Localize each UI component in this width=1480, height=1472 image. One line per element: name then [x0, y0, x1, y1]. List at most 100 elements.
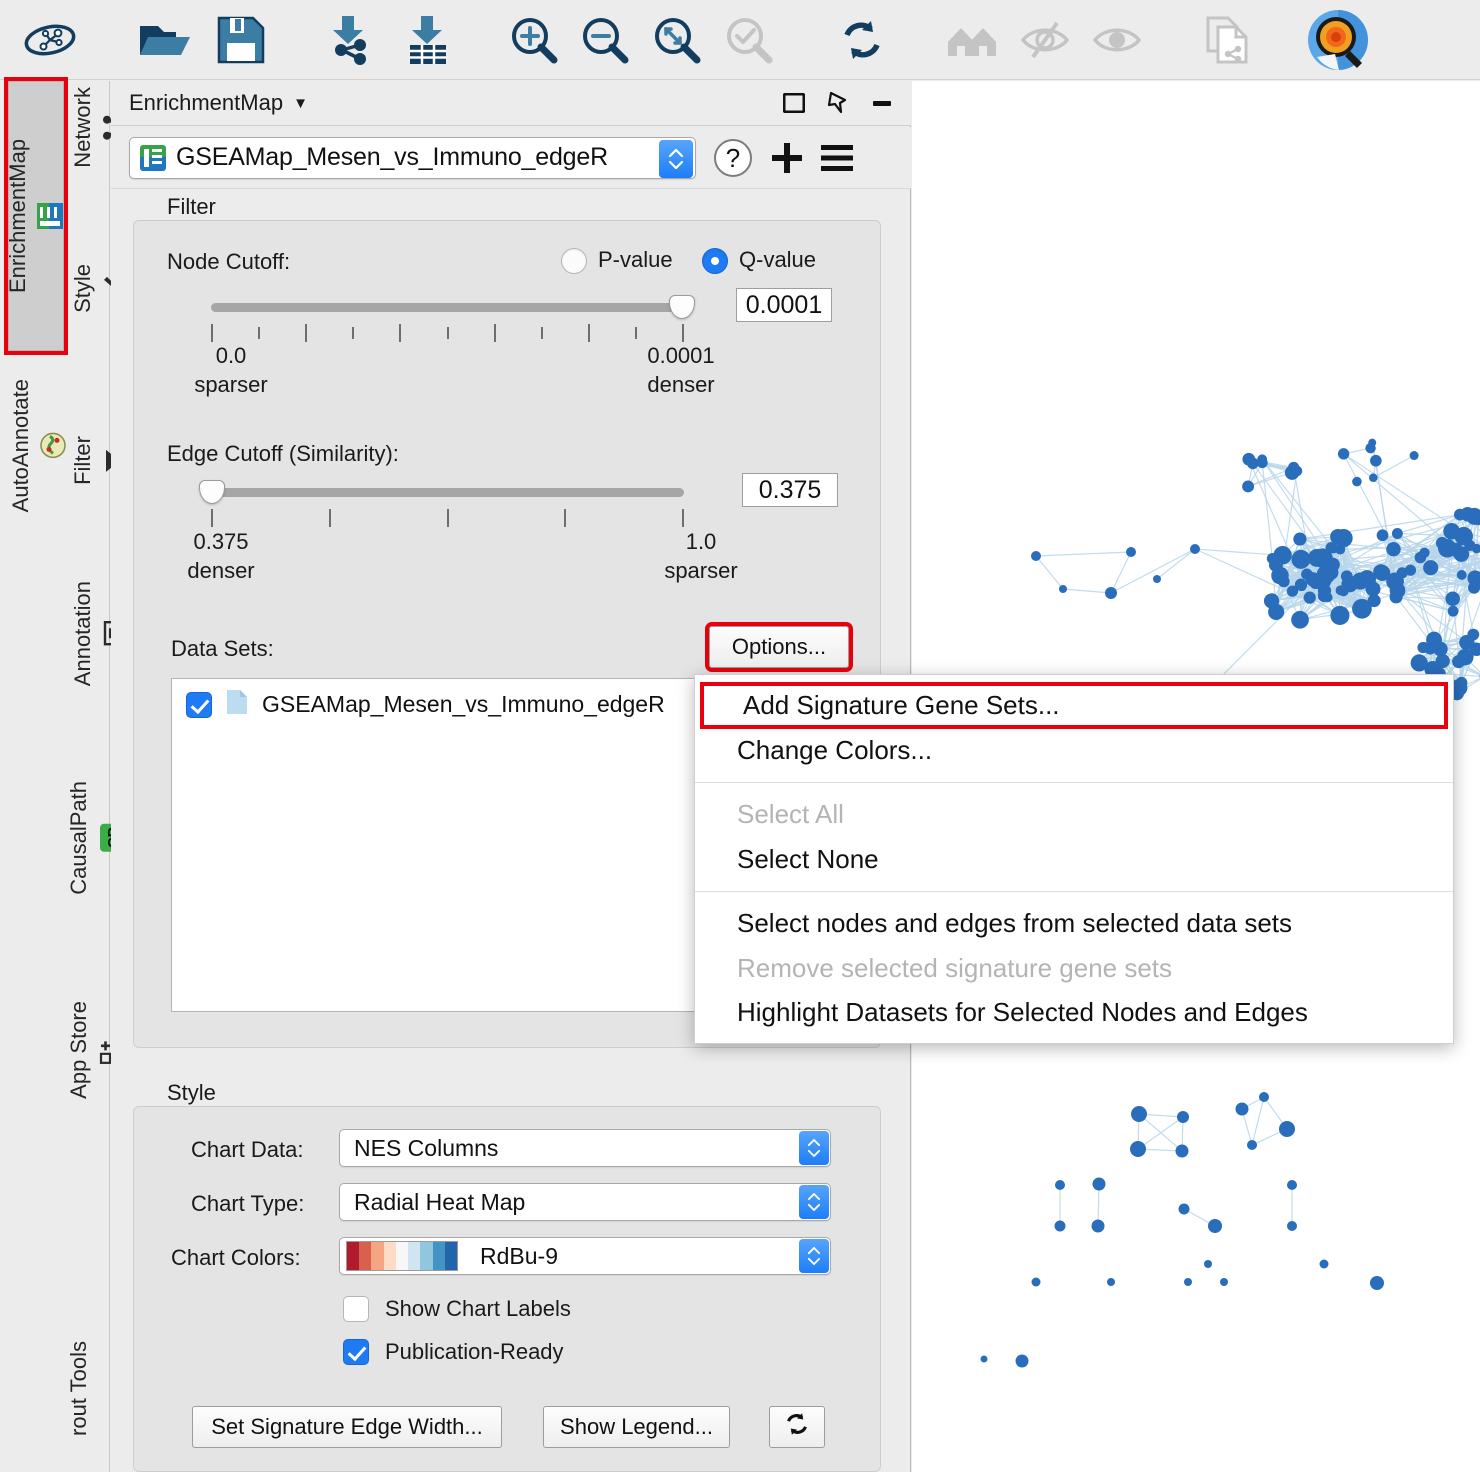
node-cutoff-slider-track[interactable] — [211, 303, 684, 312]
slider-tick — [446, 509, 449, 527]
chart-data-value: NES Columns — [354, 1134, 499, 1161]
style-refresh-button[interactable] — [769, 1406, 825, 1448]
sidebar-item-autoannotate[interactable]: AutoAnnotate — [8, 379, 70, 512]
menu-separator — [695, 781, 1453, 783]
palette-stop-5 — [408, 1242, 421, 1270]
palette-stop-4 — [395, 1242, 409, 1270]
style-section-label: Style — [167, 1080, 216, 1105]
show-legend-button[interactable]: Show Legend... — [543, 1406, 730, 1448]
float-window-icon[interactable] — [783, 93, 805, 113]
zoom-fit-icon[interactable] — [645, 8, 709, 72]
show-chart-labels-row[interactable]: Show Chart Labels — [343, 1296, 571, 1322]
slider-tick — [634, 327, 637, 339]
chart-data-label: Chart Data: — [191, 1137, 304, 1162]
refresh-icon — [784, 1411, 810, 1443]
set-signature-edge-width-button[interactable]: Set Signature Edge Width... — [192, 1406, 502, 1448]
chart-colors-select[interactable]: RdBu-9 — [339, 1237, 831, 1275]
sidebar-item-layouttools[interactable]: rout Tools — [66, 1341, 92, 1436]
edge-cutoff-label: Edge Cutoff (Similarity): — [167, 441, 399, 466]
sidebar-item-label: Filter — [70, 436, 95, 485]
slider-tick — [682, 509, 684, 527]
zoom-out-icon[interactable] — [573, 8, 637, 72]
menu-item: Select All — [737, 798, 844, 829]
slider-tick — [211, 509, 213, 527]
slider-tick — [446, 327, 449, 339]
palette-stop-8 — [444, 1242, 457, 1270]
show-chart-labels-checkbox[interactable] — [343, 1296, 369, 1322]
copy-network-icon — [1197, 8, 1261, 72]
chevron-updown-icon[interactable] — [799, 1185, 829, 1219]
open-folder-icon[interactable] — [132, 8, 196, 72]
menu-item[interactable]: Add Signature Gene Sets... — [700, 682, 1448, 729]
network-analyzer-icon[interactable] — [18, 8, 82, 72]
menu-item[interactable]: Highlight Datasets for Selected Nodes an… — [695, 990, 1453, 1035]
chart-colors-label: Chart Colors: — [171, 1245, 301, 1270]
palette-stop-3 — [383, 1242, 396, 1270]
chart-type-select[interactable]: Radial Heat Map — [339, 1183, 831, 1221]
em-badge-icon — [36, 202, 70, 230]
qvalue-radio[interactable] — [702, 248, 728, 274]
refresh-icon[interactable] — [830, 8, 894, 72]
slider-tick — [682, 324, 684, 342]
sidebar-item-label: App Store — [66, 1001, 91, 1099]
help-button[interactable]: ? — [712, 137, 754, 179]
sidebar-item-label: AutoAnnotate — [8, 379, 33, 513]
slider-tick — [352, 327, 355, 339]
menu-item[interactable]: Change Colors... — [695, 728, 1453, 773]
color-palette-swatch — [346, 1241, 458, 1271]
chevron-down-icon[interactable]: ▼ — [293, 95, 308, 112]
show-icon — [1085, 8, 1149, 72]
node-cutoff-min-label: 0.0 — [215, 343, 247, 368]
menu-item[interactable]: Select nodes and edges from selected dat… — [695, 901, 1453, 946]
sidebar-item-label: Network — [70, 87, 95, 168]
enrichmentmap-app-icon[interactable] — [1306, 8, 1370, 72]
network-select[interactable]: GSEAMap_Mesen_vs_Immuno_edgeR — [129, 136, 696, 179]
publication-ready-label: Publication-Ready — [385, 1339, 564, 1364]
slider-tick — [211, 324, 213, 342]
options-button[interactable]: Options... — [705, 622, 853, 672]
panel-header: EnrichmentMap ▼ — [111, 81, 911, 126]
options-context-menu[interactable]: Add Signature Gene Sets... Change Colors.… — [694, 674, 1454, 1045]
edge-cutoff-max-label: 1.0 — [685, 529, 717, 554]
slider-tick — [305, 324, 308, 342]
import-network-icon[interactable] — [318, 8, 382, 72]
file-icon — [226, 689, 248, 720]
sidebar-item-enrichmentmap[interactable]: EnrichmentMap — [4, 77, 68, 355]
pvalue-radio[interactable] — [561, 248, 587, 274]
slider-tick — [258, 327, 261, 339]
slider-tick — [540, 327, 543, 339]
data-sets-label: Data Sets: — [171, 636, 274, 661]
hamburger-icon[interactable] — [820, 144, 854, 172]
network-selector-row: GSEAMap_Mesen_vs_Immuno_edgeR ? — [111, 127, 911, 189]
publication-ready-row[interactable]: Publication-Ready — [343, 1339, 564, 1365]
slider-tick — [587, 324, 590, 342]
chevron-updown-icon[interactable] — [659, 139, 693, 178]
publication-ready-checkbox[interactable] — [343, 1339, 369, 1365]
edge-cutoff-slider-track[interactable] — [211, 488, 684, 497]
chevron-updown-icon[interactable] — [799, 1131, 829, 1165]
autoannotate-icon — [39, 432, 73, 460]
import-table-icon[interactable] — [396, 8, 460, 72]
menu-item[interactable]: Select None — [695, 837, 1453, 882]
node-cutoff-value[interactable]: 0.0001 — [736, 288, 832, 322]
zoom-in-icon[interactable] — [502, 8, 566, 72]
show-chart-labels-label: Show Chart Labels — [385, 1296, 571, 1321]
save-icon[interactable] — [209, 8, 273, 72]
palette-stop-6 — [420, 1242, 433, 1270]
minimize-icon[interactable] — [871, 98, 893, 108]
pin-icon[interactable] — [827, 91, 849, 115]
node-cutoff-max-label: 0.0001 — [647, 343, 715, 368]
pvalue-label: P-value — [598, 247, 673, 272]
edge-cutoff-value[interactable]: 0.375 — [742, 473, 838, 507]
add-button[interactable] — [770, 141, 804, 175]
chart-data-select[interactable]: NES Columns — [339, 1129, 831, 1167]
palette-stop-0 — [347, 1242, 360, 1270]
chevron-updown-icon[interactable] — [799, 1239, 829, 1273]
sidebar-item-label: Style — [70, 264, 95, 313]
sidebar-item-label: EnrichmentMap — [5, 138, 30, 294]
home-icon — [942, 8, 1006, 72]
chart-type-label: Chart Type: — [191, 1191, 305, 1216]
data-set-checkbox[interactable] — [186, 691, 212, 718]
em-badge-icon — [140, 144, 166, 171]
filter-section-label: Filter — [167, 194, 216, 219]
